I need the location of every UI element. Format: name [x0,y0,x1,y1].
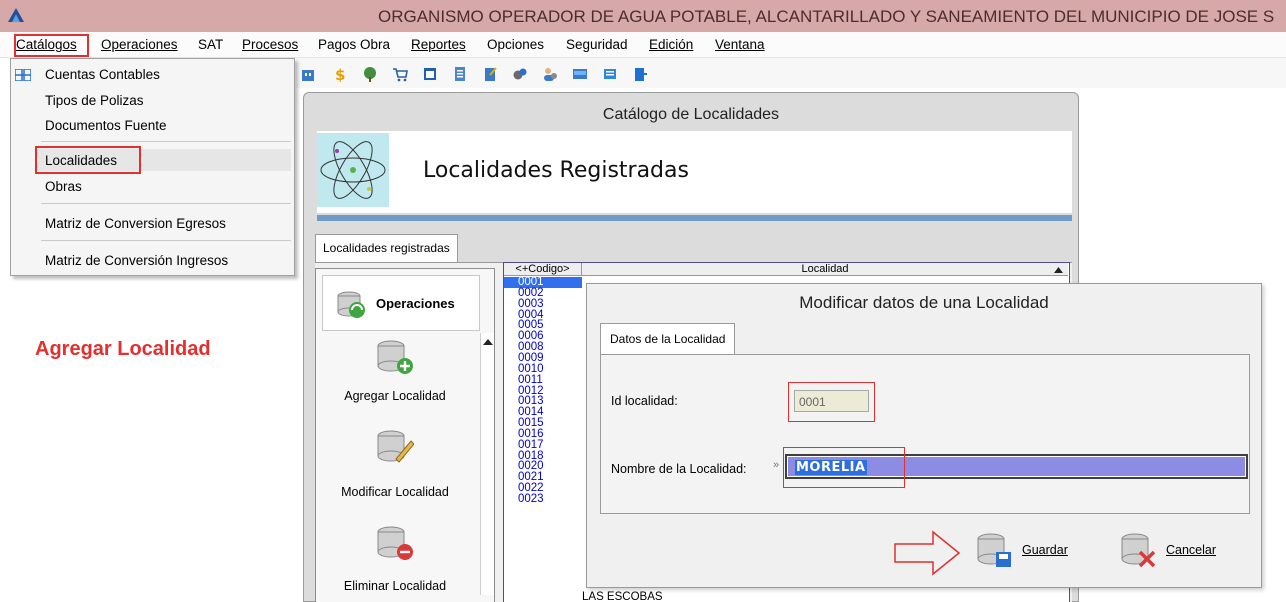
dropdown-tipos-de-polizas[interactable]: Tipos de Polizas [45,93,144,108]
menu-opciones-label: Opciones [487,37,545,52]
grid-scroll-up-icon[interactable] [1054,267,1063,273]
menu-operaciones[interactable]: Operaciones [101,37,178,52]
grid-icon [15,69,31,81]
document-icon[interactable] [452,66,468,82]
operations-header: Operaciones [322,275,480,331]
operations-title: Operaciones [376,296,455,311]
database-refresh-icon [337,291,365,318]
edit-document-icon[interactable] [482,66,498,82]
menu-opciones[interactable]: Opciones [487,37,544,52]
menu-bar: Catálogos Operaciones SAT Procesos Pagos… [0,32,1286,58]
menu-sat[interactable]: SAT [198,37,223,52]
menu-procesos-label: Procesos [242,37,299,52]
menu-sat-label: SAT [198,37,224,52]
save-button-label: Guardar [1022,543,1068,557]
tab-localidades-registradas[interactable]: Localidades registradas [315,234,458,262]
column-header-codigo[interactable]: <+Codigo> [504,263,582,276]
field-marker-icon: » [773,459,780,471]
building-icon[interactable] [300,66,316,82]
add-database-icon[interactable] [376,339,414,375]
arrow-hint-icon [894,530,961,576]
dropdown-separator [41,141,291,142]
modify-locality-button[interactable]: Modificar Localidad [316,485,474,499]
catalog-window-title: Catálogo de Localidades [602,106,780,123]
scroll-up-icon[interactable] [483,339,493,345]
cancel-database-icon [1121,533,1156,568]
dialog-title: Modificar datos de una Localidad [799,293,1049,312]
dropdown-cuentas-contables[interactable]: Cuentas Contables [45,67,160,82]
menu-pagos-obra-label: Pagos Obra [318,37,391,52]
code-cell[interactable]: 0011 [518,374,543,386]
menu-pagos-obra[interactable]: Pagos Obra [318,37,390,52]
tree-icon[interactable] [362,66,378,82]
svg-text:$: $ [335,66,345,82]
column-header-localidad[interactable]: Localidad [582,263,1068,276]
menu-seguridad[interactable]: Seguridad [566,37,628,52]
title-bar: ORGANISMO OPERADOR DE AGUA POTABLE, ALCA… [0,0,1286,32]
atom-logo-icon [317,133,389,207]
catalog-header-title: Localidades Registradas [423,158,689,183]
header-divider [317,215,1072,221]
dropdown-matriz-ingresos[interactable]: Matriz de Conversión Ingresos [45,253,228,268]
tab-datos-localidad[interactable]: Datos de la Localidad [600,323,736,354]
delete-database-icon[interactable] [376,525,414,561]
code-cell[interactable]: 0003 [518,298,544,310]
toolbar: $ [296,58,1286,88]
catalogos-highlight [14,34,89,57]
save-database-icon [977,533,1011,567]
menu-reportes-label: Reportes [411,37,466,52]
menu-seguridad-label: Seguridad [566,37,628,52]
users-icon[interactable] [542,66,558,82]
catalog-header: Localidades Registradas [317,131,1072,213]
id-localidad-label: Id localidad: [611,394,678,408]
menu-ventana[interactable]: Ventana [715,37,765,52]
operations-scrollbar[interactable] [480,333,494,595]
gears-icon[interactable] [512,66,528,82]
code-cell[interactable]: 0023 [518,493,544,505]
cfdi-icon[interactable] [572,66,588,82]
app-logo-icon [8,8,24,22]
cancel-button[interactable]: Cancelar [1120,530,1230,570]
cancel-button-label: Cancelar [1166,543,1217,557]
dropdown-documentos-fuente[interactable]: Documentos Fuente [45,118,167,133]
annotation-note: Agregar Localidad [35,338,211,360]
dialog-panel [600,354,1250,514]
app-title: ORGANISMO OPERADOR DE AGUA POTABLE, ALCA… [378,7,1275,26]
nombre-localidad-label: Nombre de la Localidad: [611,462,747,476]
dropdown-separator [41,240,291,241]
dropdown-matriz-egresos[interactable]: Matriz de Conversion Egresos [45,216,226,231]
menu-edicion[interactable]: Edición [649,37,693,52]
menu-ventana-label: Ventana [715,37,765,52]
menu-reportes[interactable]: Reportes [411,37,466,52]
menu-procesos[interactable]: Procesos [242,37,298,52]
cart-icon[interactable] [392,66,408,82]
scroll-icon[interactable] [602,66,618,82]
exit-door-icon[interactable] [632,66,648,82]
save-button[interactable]: Guardar [976,530,1086,570]
dropdown-obras[interactable]: Obras [45,179,82,194]
delete-locality-button[interactable]: Eliminar Localidad [316,579,474,593]
window-icon[interactable] [422,66,438,82]
menu-edicion-label: Edición [649,37,694,52]
edit-database-icon[interactable] [376,429,414,465]
menu-operaciones-label: Operaciones [101,37,178,52]
localidades-highlight [35,146,141,174]
operations-panel: Operaciones Agregar Localidad Modificar … [315,268,495,602]
dropdown-separator [41,203,291,204]
add-locality-button[interactable]: Agregar Localidad [316,389,474,403]
dollar-icon[interactable]: $ [332,66,348,82]
localidad-cell: LAS ESCOBAS [582,591,663,602]
id-field-highlight [788,382,875,422]
name-field-highlight [783,447,905,488]
